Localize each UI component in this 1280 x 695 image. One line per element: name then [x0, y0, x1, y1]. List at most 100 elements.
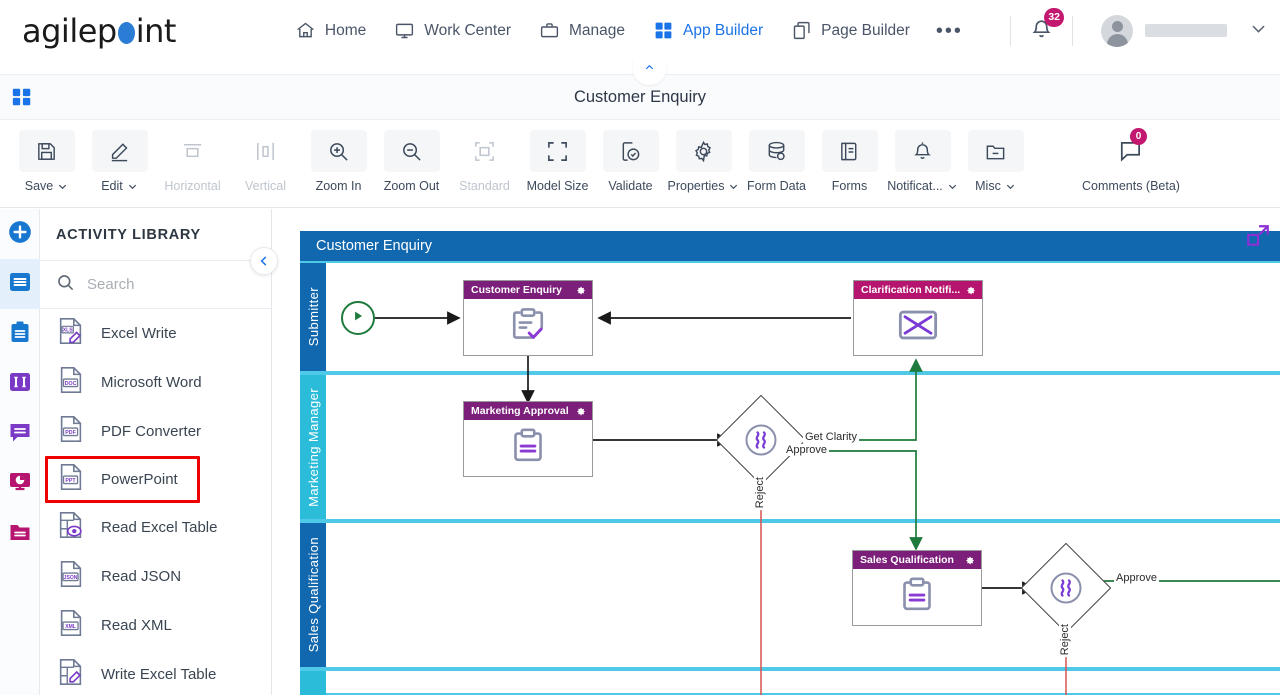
toolbar-label-save: Save	[24, 179, 54, 193]
avatar[interactable]	[1101, 14, 1133, 47]
activity-item-powerpoint[interactable]: PPT PowerPoint	[45, 456, 200, 503]
more-menu-button[interactable]: •••	[924, 19, 975, 43]
process-canvas[interactable]: Customer Enquiry Submitter Marketing Man…	[273, 209, 1280, 695]
notification-badge: 32	[1044, 7, 1064, 27]
toolbar-label-misc: Misc	[975, 179, 1001, 193]
toolbar-notifications[interactable]: Notificat...	[886, 126, 959, 193]
swimlane-icon	[8, 370, 32, 399]
task-sales-qualification[interactable]: Sales Qualification	[852, 550, 982, 626]
toolbar-comments[interactable]: 0 Comments (Beta)	[1076, 126, 1186, 193]
panel-header: ACTIVITY LIBRARY	[40, 209, 271, 261]
activity-item-write-excel-table[interactable]: Write Excel Table	[40, 650, 271, 693]
model-size-icon	[529, 130, 586, 172]
grid-icon	[653, 20, 674, 41]
activity-label: Read Excel Table	[101, 519, 218, 536]
nav-label-manage: Manage	[569, 21, 626, 39]
nav-item-work-center[interactable]: Work Center	[380, 14, 525, 47]
activity-label: PowerPoint	[101, 471, 178, 488]
gear-icon[interactable]	[964, 555, 975, 566]
svg-text:JSON: JSON	[64, 575, 78, 581]
activity-item-read-xml[interactable]: XML Read XML	[40, 601, 271, 650]
zoom-out-icon	[383, 130, 440, 172]
toolbar-zoom-out[interactable]: Zoom Out	[375, 126, 448, 193]
toolbar-zoom-in[interactable]: Zoom In	[302, 126, 375, 193]
svg-text:PPT: PPT	[65, 478, 76, 484]
rail-chat-button[interactable]	[0, 409, 40, 459]
toolbar-validate[interactable]: Validate	[594, 126, 667, 193]
expand-canvas-icon[interactable]	[1245, 223, 1271, 254]
collapse-panel-button[interactable]	[250, 247, 278, 275]
activity-item-read-json[interactable]: JSON Read JSON	[40, 552, 271, 601]
gear-icon[interactable]	[575, 406, 586, 417]
nav-item-manage[interactable]: Manage	[525, 14, 639, 47]
copy-icon	[791, 20, 812, 41]
top-header: agilep int Home Work Center Manage App B…	[0, 0, 1280, 62]
task-marketing-approval[interactable]: Marketing Approval	[463, 401, 593, 477]
rail-activity-library-button[interactable]	[0, 259, 40, 309]
task-body	[853, 569, 981, 626]
toolbar-model-size[interactable]: Model Size	[521, 126, 594, 193]
nav-label-app-builder: App Builder	[683, 21, 764, 39]
comment-icon: 0	[1109, 128, 1153, 172]
chevron-down-icon	[948, 184, 956, 189]
toolbar-label-zoom-in: Zoom In	[315, 179, 362, 193]
task-header: Customer Enquiry	[464, 281, 592, 299]
activity-library-icon	[8, 270, 32, 299]
xml-icon: XML	[56, 608, 86, 643]
nav-item-home[interactable]: Home	[281, 14, 380, 47]
activity-label: Read JSON	[101, 568, 182, 585]
json-icon: JSON	[56, 559, 86, 594]
toolbar-label-forms: Forms	[831, 179, 868, 193]
activity-item-read-excel-table[interactable]: Read Excel Table	[40, 503, 271, 552]
toolbar-form-data[interactable]: Form Data	[740, 126, 813, 193]
page-title: Customer Enquiry	[573, 87, 707, 106]
search-row[interactable]	[40, 261, 271, 309]
toolbar-label-horizontal: Horizontal	[164, 179, 221, 193]
agilepoint-logo[interactable]: agilep int	[22, 12, 176, 50]
rail-folder-button[interactable]	[0, 509, 40, 559]
notifications-button[interactable]: 32	[1025, 7, 1064, 50]
logo-dot-icon	[117, 21, 135, 44]
svg-text:DOC: DOC	[65, 381, 77, 387]
gear-icon[interactable]	[575, 285, 586, 296]
rail-report-button[interactable]	[0, 459, 40, 509]
user-menu-chevron-down-icon[interactable]	[1249, 19, 1268, 43]
flow-label-reject-2: Reject	[1059, 622, 1071, 658]
activity-list: XLS Excel Write DOC Microsoft Word PDF P…	[40, 309, 271, 693]
bell-icon	[894, 130, 951, 172]
activity-item-excel-write[interactable]: XLS Excel Write	[40, 309, 271, 358]
play-icon	[351, 309, 365, 328]
divider	[1010, 15, 1011, 46]
toolbar-label-form-data: Form Data	[746, 179, 807, 193]
task-header: Sales Qualification	[853, 551, 981, 569]
activity-library-panel: ACTIVITY LIBRARY XLS	[40, 209, 272, 695]
gear-icon[interactable]	[965, 285, 976, 296]
nav-item-app-builder[interactable]: App Builder	[639, 14, 777, 47]
activity-item-microsoft-word[interactable]: DOC Microsoft Word	[40, 358, 271, 407]
rail-swimlane-button[interactable]	[0, 359, 40, 409]
search-input[interactable]	[87, 276, 237, 293]
rail-clipboard-button[interactable]	[0, 309, 40, 359]
start-event[interactable]	[341, 301, 375, 335]
flow-label-approve-1: Approve	[784, 444, 829, 456]
toolbar-properties[interactable]: Properties	[667, 126, 740, 193]
toolbar-edit[interactable]: Edit	[83, 126, 156, 193]
activity-label: Read XML	[101, 617, 172, 634]
chat-icon	[8, 420, 32, 449]
nav-item-page-builder[interactable]: Page Builder	[777, 14, 924, 47]
nav-label-work-center: Work Center	[424, 21, 511, 39]
activity-item-pdf-converter[interactable]: PDF PDF Converter	[40, 407, 271, 456]
logo-text-left: agilep	[22, 11, 117, 50]
toolbar-forms[interactable]: Forms	[813, 126, 886, 193]
task-customer-enquiry[interactable]: Customer Enquiry	[463, 280, 593, 356]
activity-label: Microsoft Word	[101, 374, 202, 391]
rail-add-button[interactable]	[0, 209, 40, 259]
canvas-inner: Customer Enquiry Submitter Marketing Man…	[273, 209, 1280, 695]
flow-label-reject-1: Reject	[754, 475, 766, 511]
toolbar-misc[interactable]: Misc	[959, 126, 1032, 193]
task-clarification-notification[interactable]: Clarification Notifi...	[853, 280, 983, 356]
comments-badge: 0	[1130, 128, 1147, 145]
clipboard-lines-icon	[897, 575, 937, 620]
toolbar-save[interactable]: Save	[10, 126, 83, 193]
toolbar-label-vertical: Vertical	[245, 179, 286, 193]
